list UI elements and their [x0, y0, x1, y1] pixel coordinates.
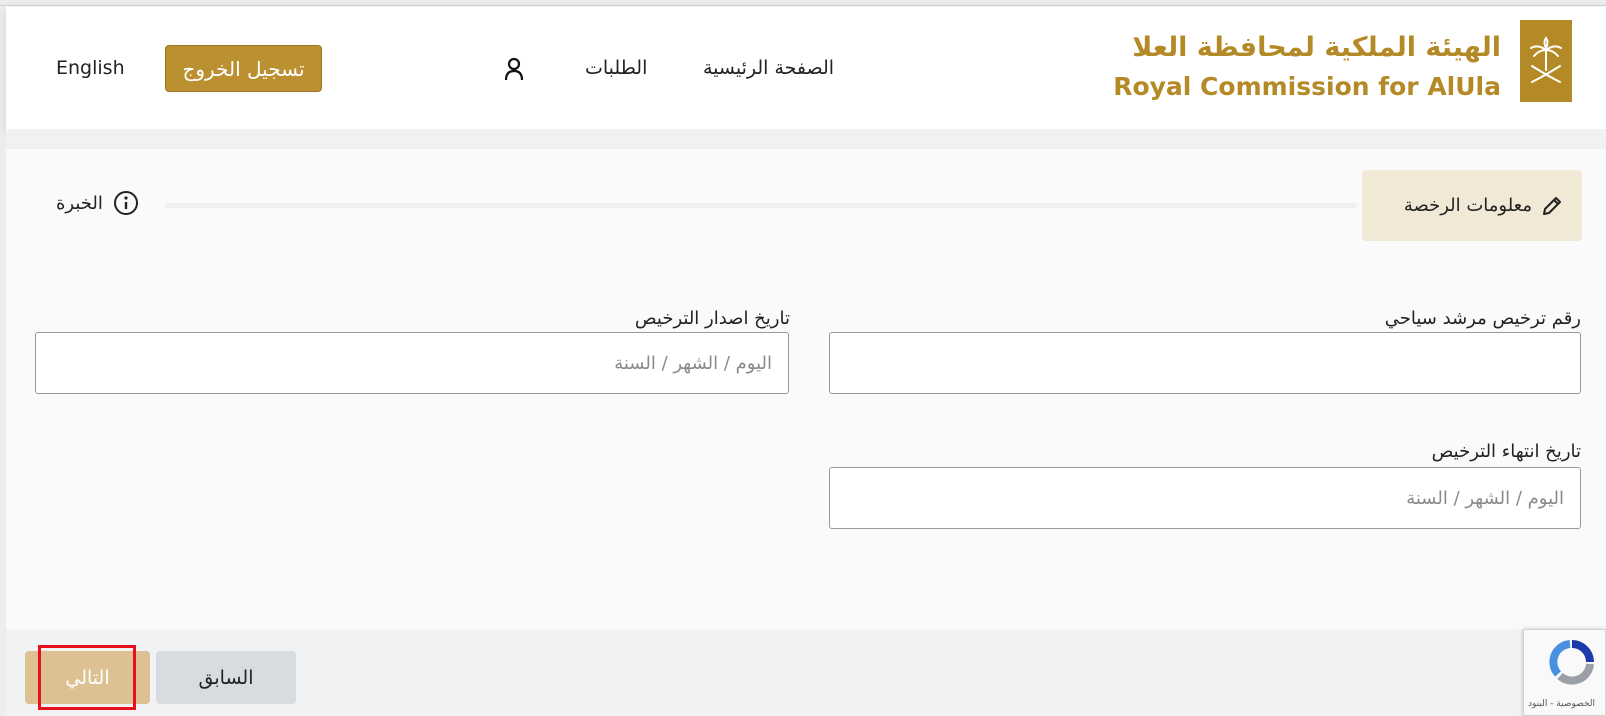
previous-button[interactable]: السابق	[156, 651, 296, 704]
expiry-date-input[interactable]	[829, 467, 1581, 529]
issue-date-label: تاريخ اصدار الترخيص	[634, 308, 790, 329]
logo-english-text: Royal Commission for AlUla	[1113, 72, 1501, 101]
palm-swords-icon	[1530, 36, 1562, 83]
nav-home-link[interactable]: الصفحة الرئيسية	[703, 57, 834, 79]
user-name-area	[369, 42, 505, 98]
stepper-progress-line	[165, 203, 1357, 208]
step-experience[interactable]: الخبرة	[56, 190, 139, 216]
recaptcha-badge[interactable]: الخصوصية - البنود	[1523, 629, 1606, 716]
language-switch-link[interactable]: English	[56, 57, 125, 79]
nav-requests-link[interactable]: الطلبات	[585, 57, 647, 79]
next-button[interactable]: التالي	[25, 651, 150, 704]
step-experience-label: الخبرة	[56, 192, 103, 214]
license-number-label: رقم ترخيص مرشد سياحي	[1384, 308, 1581, 329]
user-profile-icon[interactable]	[503, 56, 525, 82]
user-icon	[504, 57, 524, 81]
recaptcha-terms-text[interactable]: الخصوصية - البنود	[1528, 699, 1595, 709]
issue-date-input[interactable]	[35, 332, 789, 394]
step-license-info[interactable]: معلومات الرخصة	[1362, 170, 1582, 241]
license-number-input[interactable]	[829, 332, 1581, 394]
recaptcha-icon	[1549, 640, 1594, 685]
expiry-date-label: تاريخ انتهاء الترخيص	[1431, 441, 1581, 462]
logo-arabic-text: الهيئة الملكية لمحافظة العلا	[1132, 32, 1501, 63]
header-divider-band	[6, 129, 1606, 149]
logout-button[interactable]: تسجيل الخروج	[165, 45, 322, 92]
pencil-icon	[1543, 196, 1561, 215]
step-license-info-label: معلومات الرخصة	[1403, 195, 1532, 216]
info-icon	[113, 191, 138, 215]
saudi-emblem-logo[interactable]	[1520, 20, 1572, 102]
